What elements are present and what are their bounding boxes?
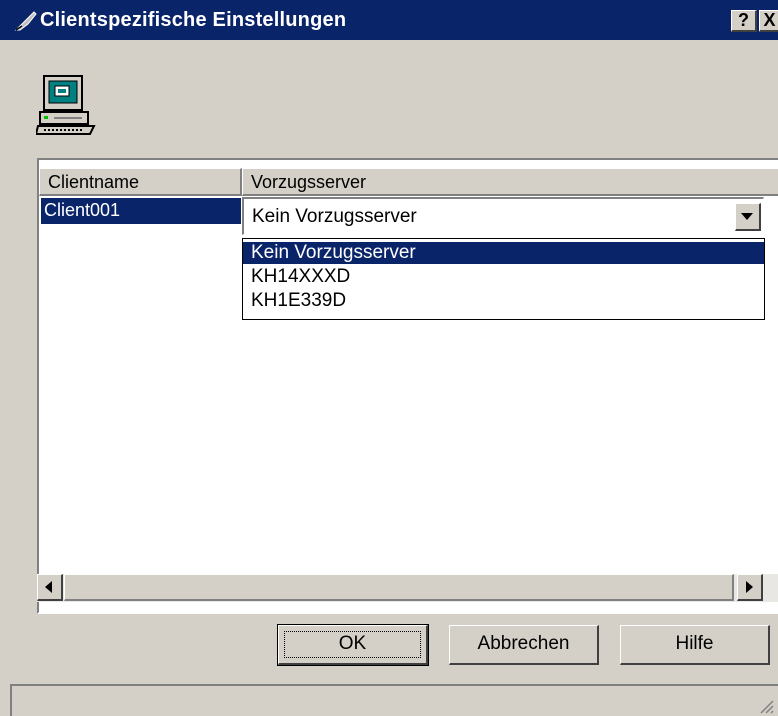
status-bar (10, 684, 778, 716)
chevron-left-icon (45, 581, 52, 593)
feather-pen-icon (14, 11, 37, 31)
horizontal-scrollbar[interactable] (37, 574, 778, 602)
resize-grip-icon[interactable] (758, 698, 774, 714)
help-dialog-button[interactable]: Hilfe (620, 625, 770, 665)
window-title: Clientspezifische Einstellungen (40, 9, 347, 31)
dropdown-option[interactable]: KH14XXXD (243, 266, 764, 288)
scroll-left-button[interactable] (37, 574, 63, 601)
preferred-server-combobox[interactable]: Kein Vorzugsserver (242, 197, 764, 235)
dropdown-option[interactable]: KH1E339D (243, 290, 764, 312)
focus-rect (284, 631, 421, 658)
chevron-down-icon (741, 213, 753, 220)
computer-terminal-icon (36, 75, 96, 135)
list-item-client[interactable]: Client001 (41, 198, 241, 224)
scroll-thumb[interactable] (64, 574, 734, 601)
column-header-vorzugsserver[interactable]: Vorzugsserver (242, 168, 778, 196)
dropdown-list: Kein Vorzugsserver KH14XXXD KH1E339D (242, 238, 765, 320)
chevron-right-icon (746, 581, 753, 593)
cancel-button[interactable]: Abbrechen (449, 625, 599, 665)
ok-button[interactable]: OK (277, 624, 429, 666)
scroll-right-button[interactable] (737, 574, 763, 601)
dropdown-button[interactable] (735, 203, 761, 231)
close-button[interactable]: X (759, 10, 778, 32)
dropdown-option[interactable]: Kein Vorzugsserver (243, 242, 764, 264)
column-header-clientname[interactable]: Clientname (39, 168, 242, 196)
combobox-value: Kein Vorzugsserver (252, 206, 417, 227)
help-button[interactable]: ? (731, 10, 757, 32)
title-bar: Clientspezifische Einstellungen ? X (0, 0, 778, 40)
